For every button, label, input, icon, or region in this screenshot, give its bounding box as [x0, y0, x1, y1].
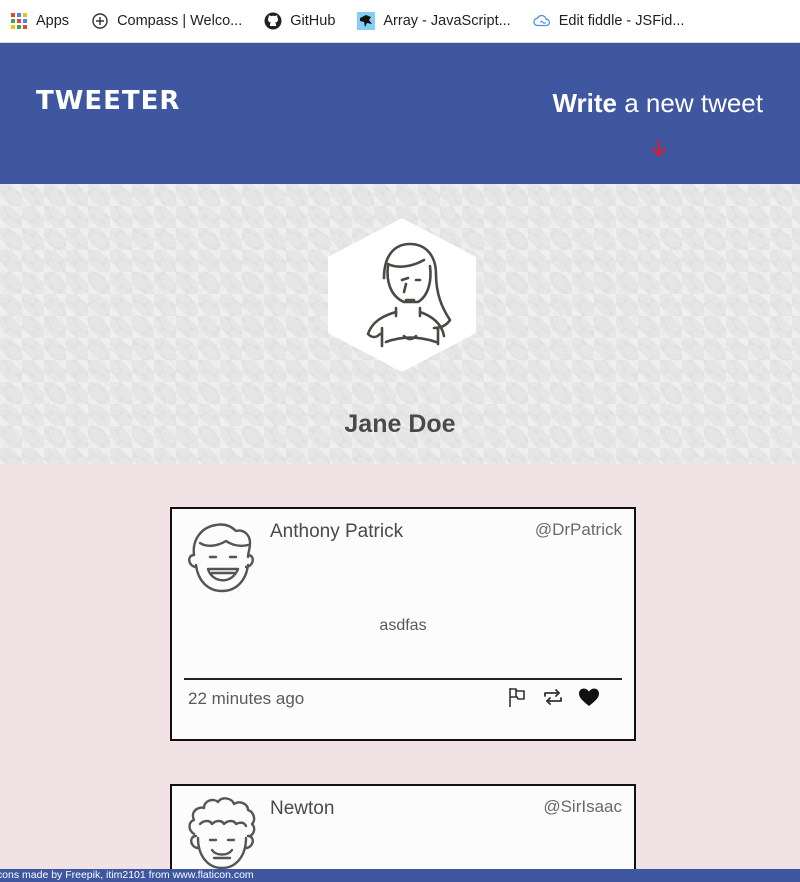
bookmark-label: Apps	[36, 13, 70, 29]
jsfiddle-cloud-icon	[532, 12, 551, 30]
flag-icon[interactable]	[506, 686, 528, 708]
attribution-footer: Icons made by Freepik, itim2101 from www…	[0, 869, 800, 882]
bookmark-label: GitHub	[290, 13, 336, 29]
profile-banner: Jane Doe	[0, 184, 800, 464]
tweet-author-handle: @SirIsaac	[543, 797, 622, 816]
tweet-author-name: Newton	[270, 798, 335, 819]
compose-label: a new tweet	[617, 88, 763, 118]
tweet-card: Anthony Patrick @DrPatrick asdfas 22 min…	[170, 507, 636, 741]
compose-tweet-button[interactable]: Write a new tweet	[552, 88, 763, 119]
attribution-text: Icons made by Freepik, itim2101 from www…	[0, 869, 254, 881]
app-logo[interactable]: TWEETER	[36, 86, 180, 116]
apps-grid-icon	[10, 12, 28, 30]
compose-bold-label: Write	[552, 88, 618, 118]
bookmark-github[interactable]: GitHub	[264, 12, 335, 30]
arrow-down-icon[interactable]	[650, 139, 668, 159]
retweet-icon[interactable]	[542, 686, 564, 708]
curly-hair-man-avatar-icon	[186, 794, 258, 874]
tweet-body: asdfas	[379, 617, 427, 634]
tweet-actions	[492, 686, 600, 708]
bookmark-label: Compass | Welco...	[117, 13, 243, 29]
tweet-author-handle: @DrPatrick	[534, 520, 622, 539]
bookmark-jsfiddle[interactable]: Edit fiddle - JSFid...	[532, 12, 685, 30]
tweet-divider	[184, 678, 622, 680]
bookmark-apps[interactable]: Apps	[10, 12, 69, 30]
github-icon	[264, 12, 282, 30]
tweet-timestamp: 22 minutes ago	[188, 689, 305, 708]
bookmark-mdn[interactable]: Array - JavaScript...	[357, 12, 511, 30]
bookmarks-bar: Apps Compass | Welco... GitHub Array - J…	[0, 0, 800, 43]
mdn-icon	[357, 12, 376, 30]
woman-avatar-icon	[326, 216, 478, 374]
heart-icon[interactable]	[578, 686, 600, 708]
compass-icon	[91, 12, 109, 30]
bookmark-label: Edit fiddle - JSFid...	[558, 13, 685, 29]
profile-name: Jane Doe	[344, 410, 456, 438]
tweet-card: Newton @SirIsaac	[170, 784, 636, 882]
bookmark-compass[interactable]: Compass | Welco...	[91, 12, 242, 30]
smiling-man-avatar-icon	[186, 517, 258, 597]
top-nav: TWEETER Write a new tweet	[0, 43, 800, 184]
bookmark-label: Array - JavaScript...	[383, 13, 511, 29]
tweet-author-name: Anthony Patrick	[270, 521, 404, 542]
